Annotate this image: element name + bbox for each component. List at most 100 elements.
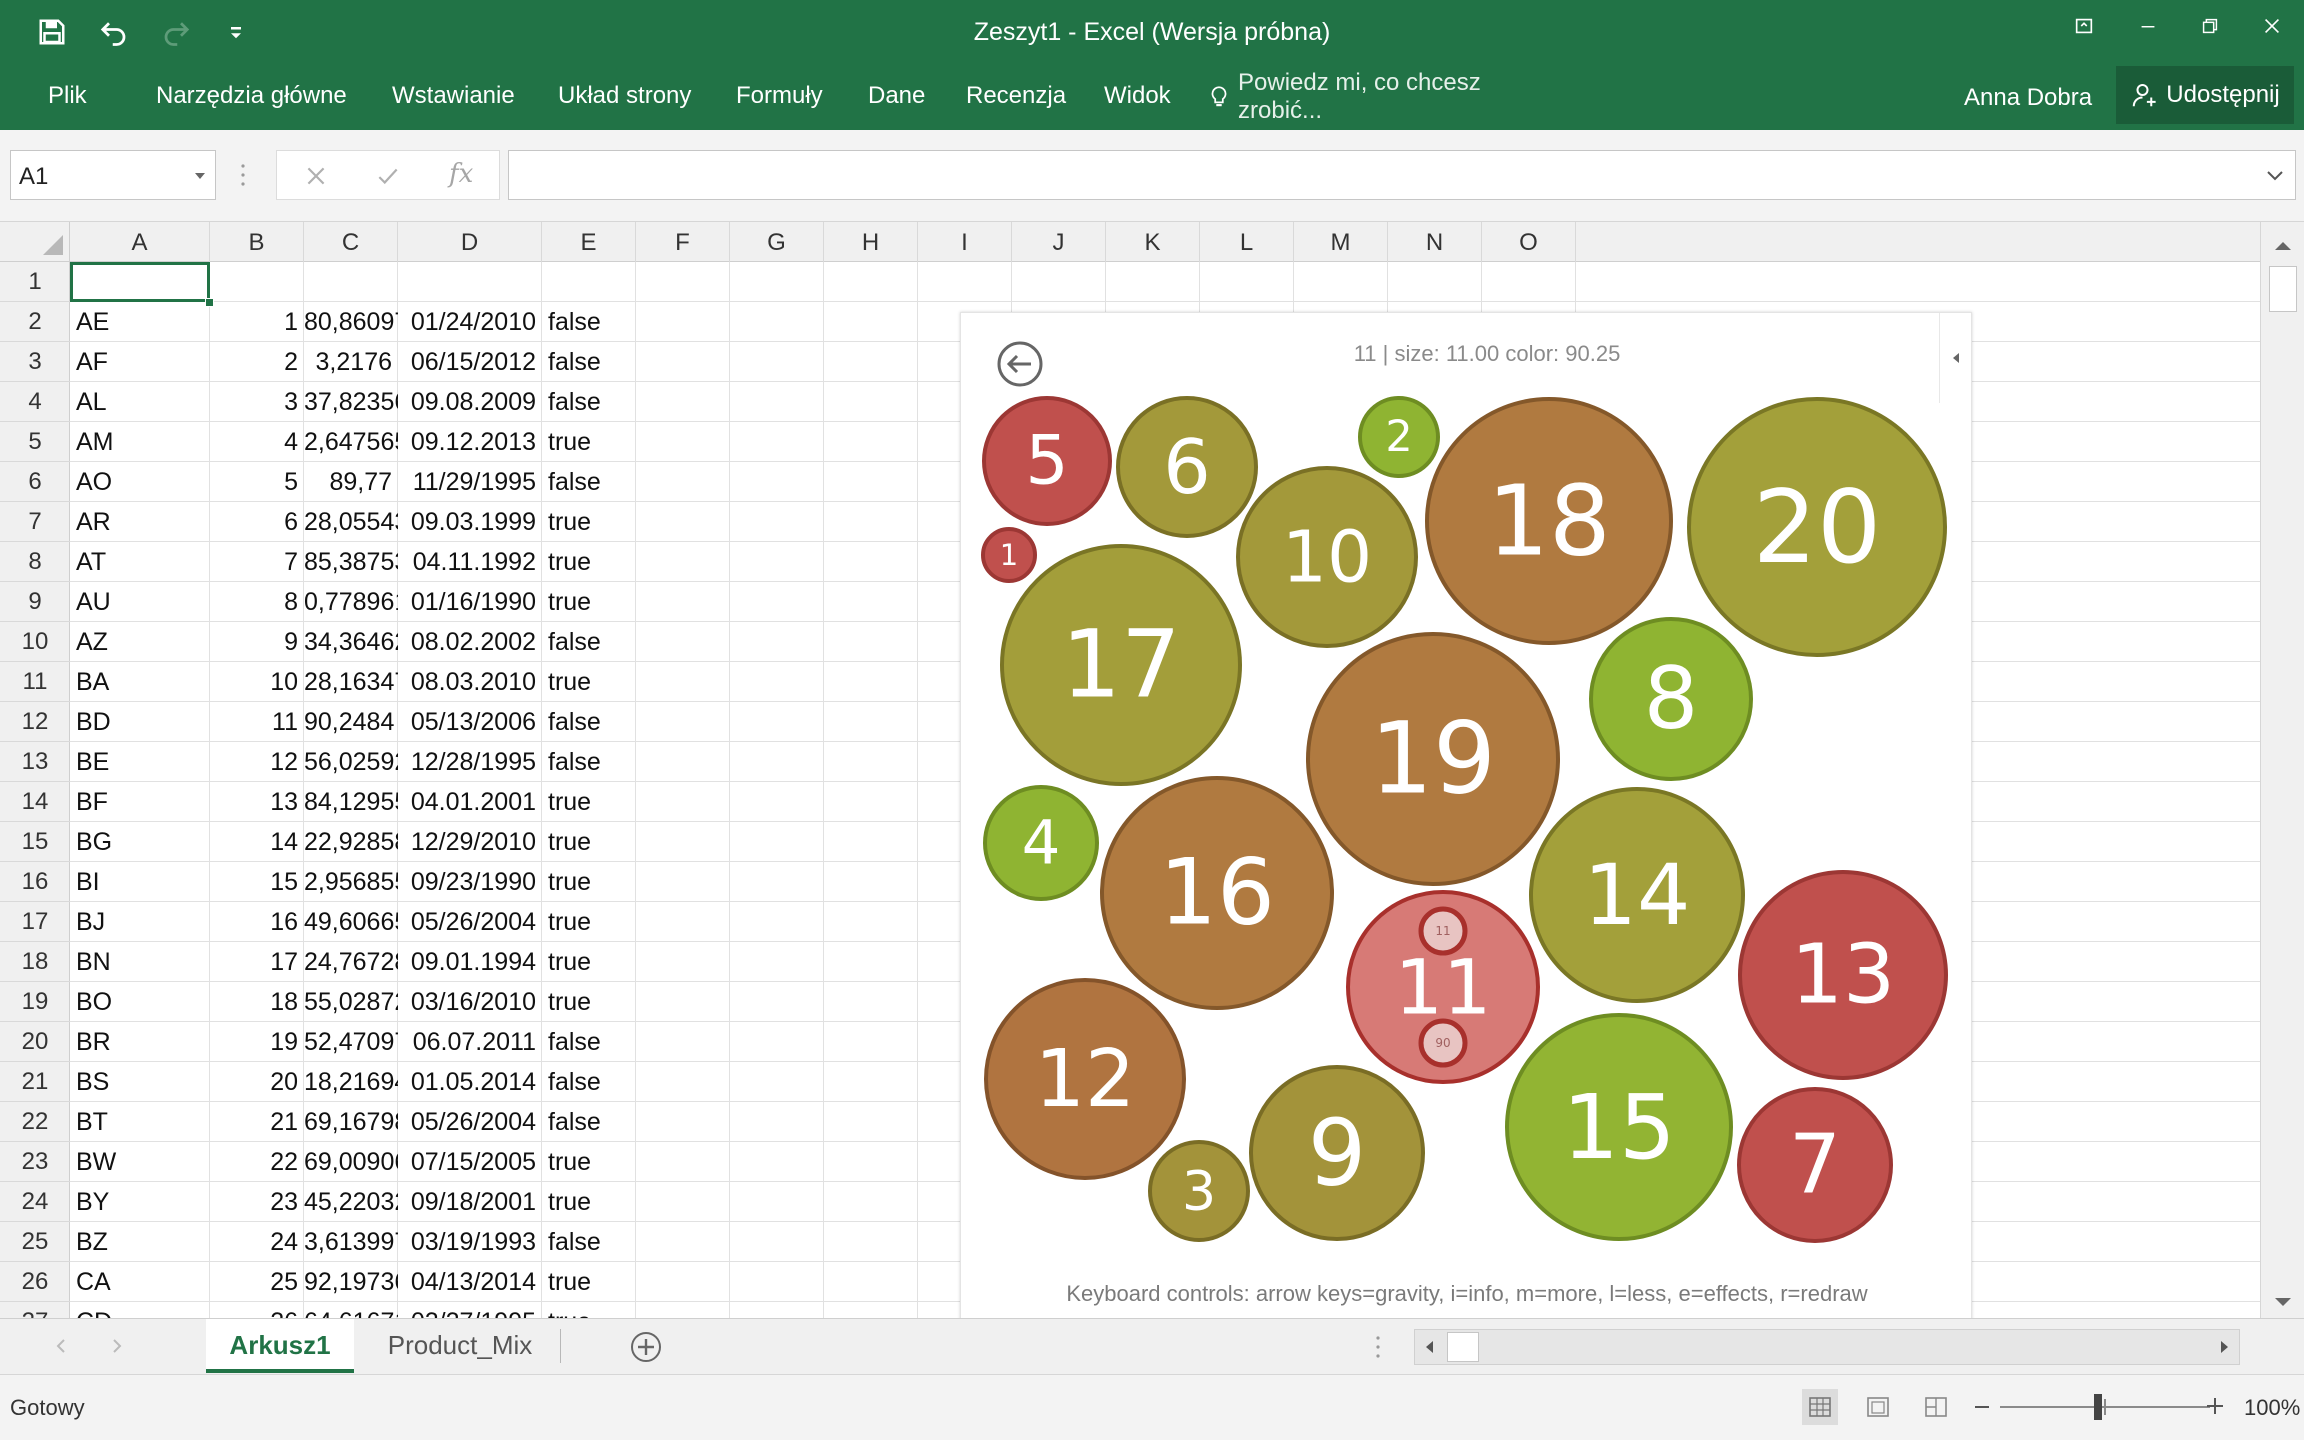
- cell-c23[interactable]: 69,00906: [304, 1142, 398, 1182]
- cell-d14[interactable]: 04.01.2001: [398, 782, 542, 822]
- bubble-6[interactable]: 6: [1116, 396, 1258, 538]
- cell-e12[interactable]: false: [542, 702, 636, 742]
- sheet-tab-product-mix[interactable]: Product_Mix: [360, 1319, 560, 1373]
- tab-home[interactable]: Narzędzia główne: [156, 82, 347, 110]
- cell-b20[interactable]: 19: [210, 1022, 304, 1062]
- cell-a16[interactable]: BI: [70, 862, 210, 902]
- enter-check-icon[interactable]: [375, 163, 401, 189]
- bubble-2[interactable]: 2: [1358, 396, 1440, 478]
- cell-b16[interactable]: 15: [210, 862, 304, 902]
- cell-a12[interactable]: BD: [70, 702, 210, 742]
- cell-b17[interactable]: 16: [210, 902, 304, 942]
- select-all-corner[interactable]: [0, 222, 70, 262]
- column-header-n[interactable]: N: [1388, 222, 1482, 262]
- cell-c21[interactable]: 18,21694: [304, 1062, 398, 1102]
- cell-e25[interactable]: false: [542, 1222, 636, 1262]
- next-sheet-icon[interactable]: [106, 1335, 128, 1357]
- cell-c3[interactable]: 3,2176: [304, 342, 398, 382]
- cell-c19[interactable]: 55,02872: [304, 982, 398, 1022]
- cell-b15[interactable]: 14: [210, 822, 304, 862]
- page-break-view-button[interactable]: [1918, 1389, 1954, 1425]
- sheet-tab-arkusz1[interactable]: Arkusz1: [206, 1319, 354, 1373]
- scroll-up-icon[interactable]: [2271, 234, 2295, 258]
- scroll-right-icon[interactable]: [2215, 1338, 2233, 1356]
- cell-c10[interactable]: 34,36462: [304, 622, 398, 662]
- row-header-13[interactable]: 13: [0, 742, 70, 782]
- tab-page-layout[interactable]: Układ strony: [558, 82, 691, 110]
- row-header-9[interactable]: 9: [0, 582, 70, 622]
- zoom-level[interactable]: 100%: [2244, 1395, 2300, 1421]
- cell-e21[interactable]: false: [542, 1062, 636, 1102]
- row-header-7[interactable]: 7: [0, 502, 70, 542]
- cell-c18[interactable]: 24,76728: [304, 942, 398, 982]
- row-header-25[interactable]: 25: [0, 1222, 70, 1262]
- active-cell-a1[interactable]: [70, 262, 210, 302]
- column-header-c[interactable]: C: [304, 222, 398, 262]
- bubble-7[interactable]: 7: [1737, 1087, 1893, 1243]
- cell-a17[interactable]: BJ: [70, 902, 210, 942]
- bubble-18[interactable]: 18: [1425, 397, 1673, 645]
- cell-d23[interactable]: 07/15/2005: [398, 1142, 542, 1182]
- row-header-10[interactable]: 10: [0, 622, 70, 662]
- cell-b10[interactable]: 9: [210, 622, 304, 662]
- cell-c17[interactable]: 49,60665: [304, 902, 398, 942]
- bubble-5[interactable]: 5: [982, 396, 1112, 526]
- cell-c12[interactable]: 90,2484: [304, 702, 398, 742]
- name-box[interactable]: A1: [10, 150, 216, 200]
- collapse-panel-button[interactable]: [1939, 313, 1971, 403]
- cell-d15[interactable]: 12/29/2010: [398, 822, 542, 862]
- user-name[interactable]: Anna Dobra: [1964, 84, 2092, 112]
- cell-a18[interactable]: BN: [70, 942, 210, 982]
- cell-e26[interactable]: true: [542, 1262, 636, 1302]
- bubble-19[interactable]: 19: [1306, 632, 1560, 886]
- cell-d3[interactable]: 06/15/2012: [398, 342, 542, 382]
- cell-c13[interactable]: 56,02592: [304, 742, 398, 782]
- cancel-icon[interactable]: [303, 163, 329, 189]
- row-header-19[interactable]: 19: [0, 982, 70, 1022]
- cell-a24[interactable]: BY: [70, 1182, 210, 1222]
- chevron-down-icon[interactable]: [2265, 165, 2285, 185]
- cell-e2[interactable]: false: [542, 302, 636, 342]
- column-header-j[interactable]: J: [1012, 222, 1106, 262]
- insert-function-button[interactable]: fx: [449, 159, 473, 189]
- cell-a26[interactable]: CA: [70, 1262, 210, 1302]
- cell-c25[interactable]: 3,613997: [304, 1222, 398, 1262]
- cell-d19[interactable]: 03/16/2010: [398, 982, 542, 1022]
- row-header-27[interactable]: 27: [0, 1302, 70, 1318]
- minimize-button[interactable]: [2120, 6, 2176, 46]
- tab-formulas[interactable]: Formuły: [736, 82, 823, 110]
- cell-d4[interactable]: 09.08.2009: [398, 382, 542, 422]
- cell-e17[interactable]: true: [542, 902, 636, 942]
- cell-a27[interactable]: CD: [70, 1302, 210, 1318]
- row-header-1[interactable]: 1: [0, 262, 70, 302]
- cell-b27[interactable]: 26: [210, 1302, 304, 1318]
- chevron-down-icon[interactable]: [193, 169, 207, 183]
- row-header-12[interactable]: 12: [0, 702, 70, 742]
- tab-plik[interactable]: Plik: [48, 82, 87, 110]
- cell-e7[interactable]: true: [542, 502, 636, 542]
- cell-c20[interactable]: 52,47097: [304, 1022, 398, 1062]
- column-header-i[interactable]: I: [918, 222, 1012, 262]
- row-header-24[interactable]: 24: [0, 1182, 70, 1222]
- row-header-17[interactable]: 17: [0, 902, 70, 942]
- vertical-scroll-thumb[interactable]: [2269, 266, 2297, 312]
- tell-me-search[interactable]: Powiedz mi, co chcesz zrobić...: [1206, 69, 1566, 124]
- cell-c4[interactable]: 37,82356: [304, 382, 398, 422]
- tab-review[interactable]: Recenzja: [966, 82, 1066, 110]
- cell-d7[interactable]: 09.03.1999: [398, 502, 542, 542]
- cell-b18[interactable]: 17: [210, 942, 304, 982]
- cell-b13[interactable]: 12: [210, 742, 304, 782]
- cell-c26[interactable]: 92,19736: [304, 1262, 398, 1302]
- bubble-20[interactable]: 20: [1687, 397, 1947, 657]
- cell-b7[interactable]: 6: [210, 502, 304, 542]
- cell-d2[interactable]: 01/24/2010: [398, 302, 542, 342]
- bubble-17[interactable]: 17: [1000, 544, 1242, 786]
- cell-c22[interactable]: 69,16798: [304, 1102, 398, 1142]
- cell-b5[interactable]: 4: [210, 422, 304, 462]
- cell-a8[interactable]: AT: [70, 542, 210, 582]
- cell-a13[interactable]: BE: [70, 742, 210, 782]
- tab-data[interactable]: Dane: [868, 82, 925, 110]
- cell-d6[interactable]: 11/29/1995: [398, 462, 542, 502]
- zoom-out-icon[interactable]: [1972, 1397, 1992, 1417]
- row-header-6[interactable]: 6: [0, 462, 70, 502]
